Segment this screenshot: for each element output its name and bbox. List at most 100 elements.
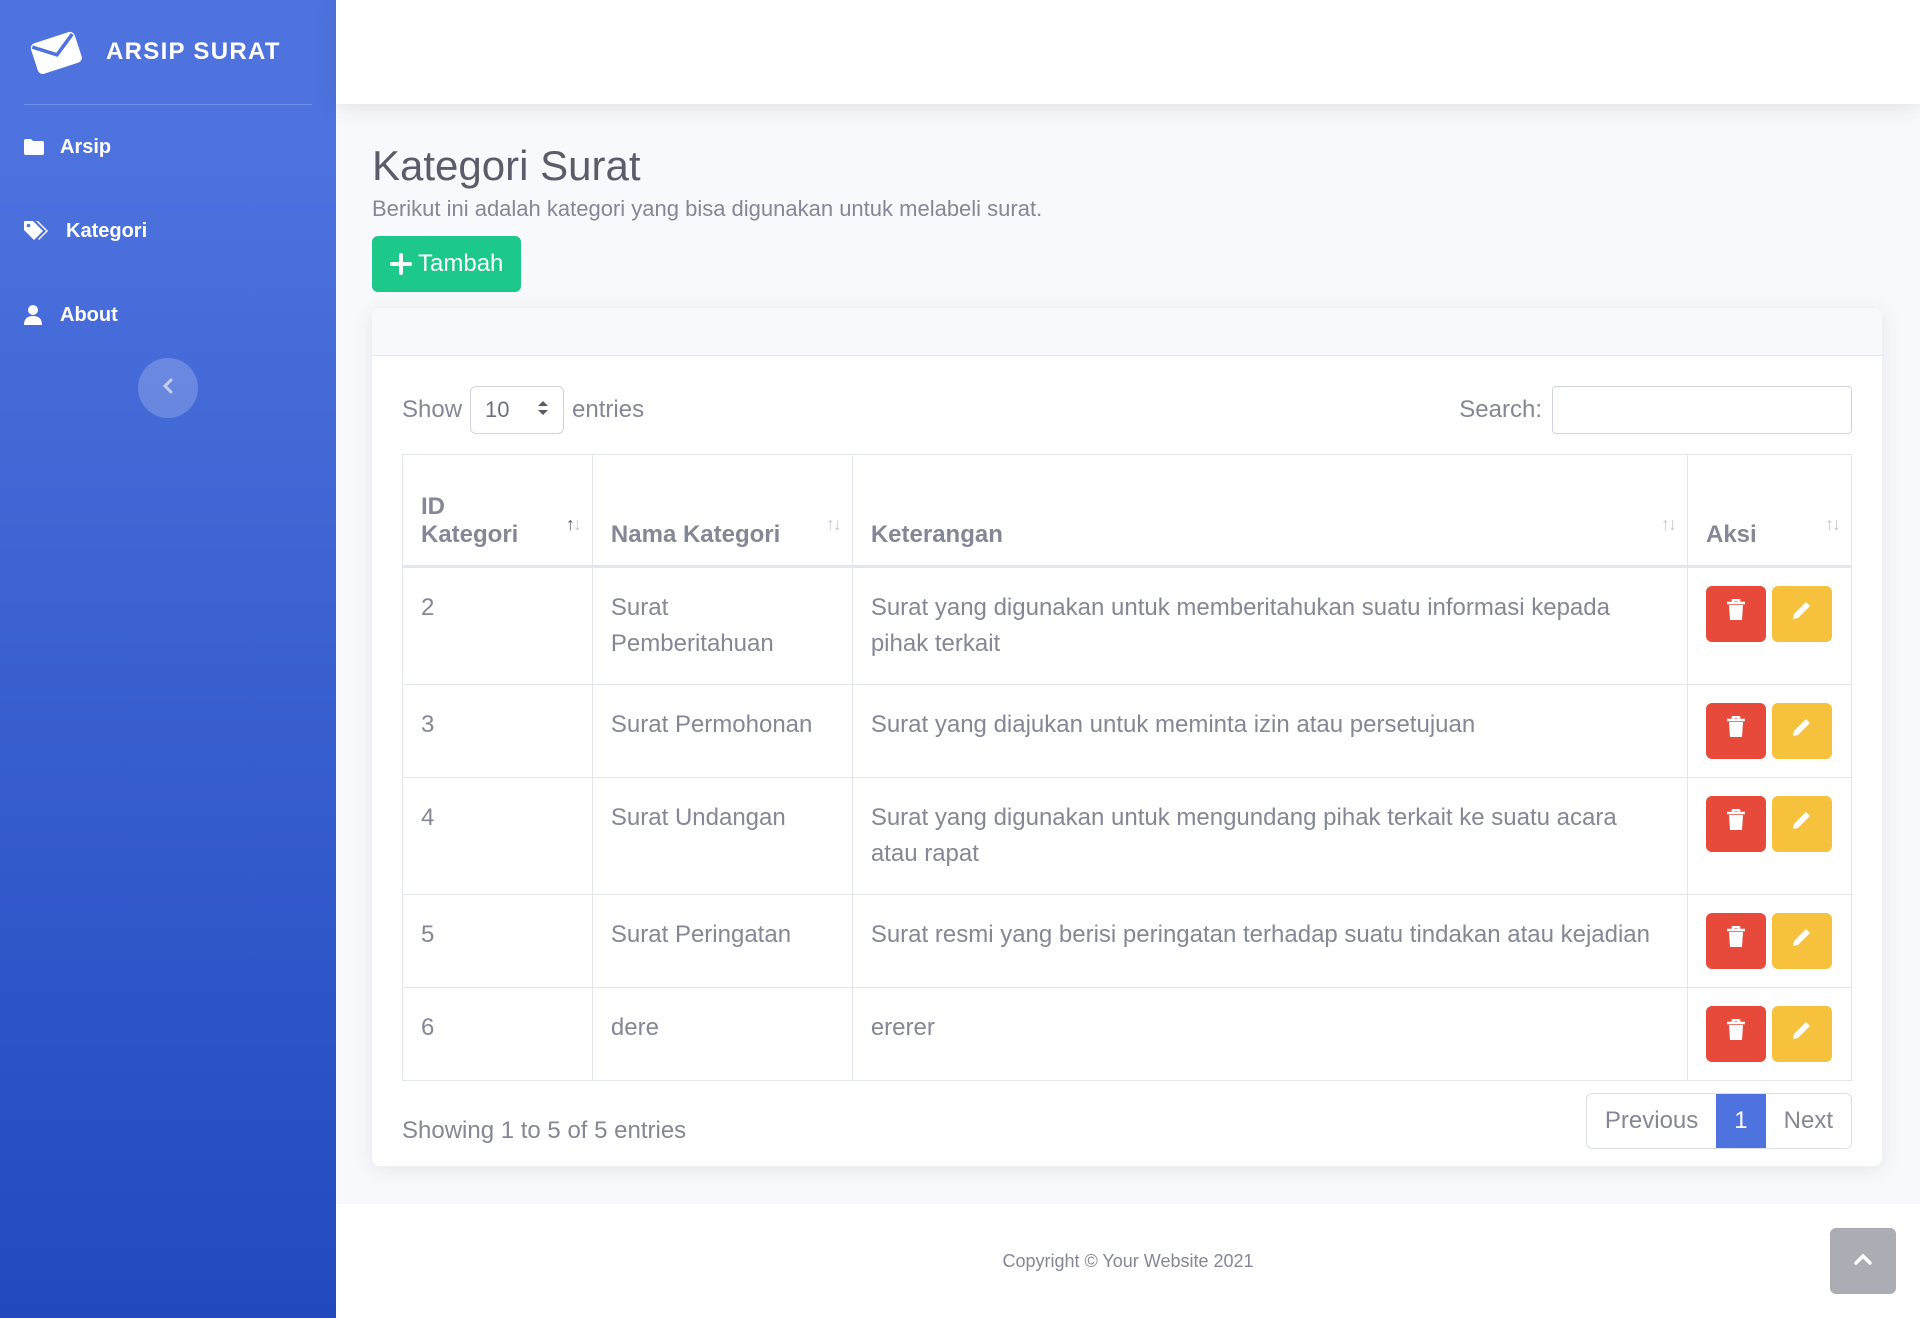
pencil-icon [1791, 806, 1813, 842]
trash-icon [1726, 713, 1746, 749]
user-icon [24, 305, 52, 325]
column-header-aksi[interactable]: Aksi ↑↓ [1686, 454, 1853, 568]
pencil-icon [1791, 1016, 1813, 1052]
table-row: 6 dere ererer [402, 987, 1853, 1081]
column-header-line: Keterangan [870, 521, 1003, 548]
search-label: Search: [1459, 396, 1542, 423]
cell-id: 3 [402, 684, 593, 778]
card-body: Show 10 entries Search: ID Kategori ↑↓ N… [372, 356, 1882, 1149]
chevron-up-icon [1854, 1252, 1872, 1270]
column-header-line: Aksi [1705, 521, 1757, 548]
sort-icon: ↑↓ [1660, 514, 1677, 534]
column-header-id[interactable]: ID Kategori ↑↓ [402, 454, 593, 568]
delete-button[interactable] [1705, 586, 1766, 642]
category-table: ID Kategori ↑↓ Nama Kategori ↑↓ Keterang… [402, 454, 1853, 1081]
sidebar-item-kategori[interactable]: Kategori [0, 189, 336, 273]
sidebar-item-label: About [60, 303, 118, 326]
table-row: 5 Surat Peringatan Surat resmi yang beri… [402, 894, 1853, 988]
previous-page-button[interactable]: Previous [1587, 1094, 1716, 1148]
edit-button[interactable] [1771, 796, 1832, 852]
trash-icon [1726, 596, 1746, 632]
cell-id: 2 [402, 566, 593, 685]
delete-button[interactable] [1705, 796, 1766, 852]
search-input[interactable] [1552, 386, 1852, 434]
cell-actions [1686, 894, 1853, 988]
cell-nama: Surat Permohonan [591, 684, 853, 778]
page-subtitle: Berikut ini adalah kategori yang bisa di… [372, 196, 1043, 221]
edit-button[interactable] [1771, 1006, 1832, 1062]
sort-icon: ↑↓ [1825, 514, 1841, 534]
sidebar-toggle-button[interactable] [138, 358, 198, 418]
column-header-keterangan[interactable]: Keterangan ↑↓ [851, 454, 1688, 568]
cell-keterangan: Surat yang digunakan untuk mengundang pi… [851, 777, 1688, 895]
edit-button[interactable] [1771, 703, 1832, 759]
scroll-to-top-button[interactable] [1830, 1228, 1896, 1294]
page-title: Kategori Surat [372, 142, 641, 189]
copyright-text: Copyright © Your Website 2021 [1002, 1250, 1254, 1271]
chevron-left-icon [162, 378, 174, 399]
cell-keterangan: Surat yang digunakan untuk memberitahuka… [851, 566, 1688, 685]
table-info: Showing 1 to 5 of 5 entries [402, 1117, 687, 1144]
sort-icon: ↑↓ [825, 514, 842, 534]
delete-button[interactable] [1705, 1006, 1766, 1062]
cell-nama: Surat Pemberitahuan [591, 566, 853, 685]
entries-select-value: 10 [485, 397, 510, 422]
page-header: Kategori Surat Berikut ini adalah katego… [372, 140, 1884, 292]
envelope-icon [28, 28, 84, 76]
cell-id: 6 [402, 987, 593, 1081]
cell-id: 5 [402, 894, 593, 988]
pencil-icon [1791, 923, 1813, 959]
edit-button[interactable] [1771, 913, 1832, 969]
show-label: Show [402, 396, 463, 423]
delete-button[interactable] [1705, 703, 1766, 759]
pencil-icon [1791, 713, 1813, 749]
cell-nama: Surat Peringatan [591, 894, 853, 988]
cell-id: 4 [402, 777, 593, 895]
delete-button[interactable] [1705, 913, 1766, 969]
card-header [372, 308, 1882, 356]
cell-actions [1686, 566, 1853, 685]
column-header-line: Kategori [421, 521, 519, 548]
search-control: Search: [1459, 386, 1852, 434]
sidebar: ARSIP SURAT Arsip Kategori About [0, 0, 336, 1318]
cell-keterangan: ererer [851, 987, 1688, 1081]
table-row: 3 Surat Permohonan Surat yang diajukan u… [402, 684, 1853, 778]
cell-actions [1686, 684, 1853, 778]
table-footer: Showing 1 to 5 of 5 entries Previous 1 N… [402, 1093, 1852, 1149]
table-controls: Show 10 entries Search: [402, 386, 1852, 434]
add-category-button[interactable]: Tambah [372, 236, 522, 292]
pagination: Previous 1 Next [1585, 1093, 1852, 1149]
folder-icon [24, 139, 52, 155]
next-page-button[interactable]: Next [1766, 1094, 1851, 1148]
page-1-button[interactable]: 1 [1716, 1094, 1766, 1148]
site-footer: Copyright © Your Website 2021 [336, 1204, 1920, 1318]
entries-select[interactable]: 10 [470, 386, 565, 434]
trash-icon [1726, 1016, 1746, 1052]
table-row: 2 Surat Pemberitahuan Surat yang digunak… [402, 566, 1853, 685]
entries-length-control: Show 10 entries [402, 386, 644, 434]
sidebar-item-label: Arsip [60, 135, 112, 158]
cell-keterangan: Surat yang diajukan untuk meminta izin a… [851, 684, 1688, 778]
sidebar-item-arsip[interactable]: Arsip [0, 105, 336, 189]
edit-button[interactable] [1771, 586, 1832, 642]
entries-label: entries [572, 396, 645, 423]
brand-title: ARSIP SURAT [106, 38, 281, 65]
tags-icon [24, 221, 58, 241]
trash-icon [1726, 923, 1746, 959]
table-header-row: ID Kategori ↑↓ Nama Kategori ↑↓ Keterang… [402, 454, 1853, 568]
sidebar-item-label: Kategori [66, 219, 148, 242]
add-button-label: Tambah [418, 250, 504, 277]
cell-nama: Surat Undangan [591, 777, 853, 895]
plus-icon [390, 253, 412, 275]
cell-nama: dere [591, 987, 853, 1081]
data-card: Show 10 entries Search: ID Kategori ↑↓ N… [372, 308, 1882, 1166]
select-arrows-icon [537, 397, 549, 423]
topbar [336, 0, 1920, 104]
pencil-icon [1791, 596, 1813, 632]
sidebar-item-about[interactable]: About [0, 273, 336, 357]
trash-icon [1726, 806, 1746, 842]
column-header-nama[interactable]: Nama Kategori ↑↓ [591, 454, 853, 568]
sort-asc-icon: ↑↓ [565, 514, 582, 534]
column-header-line: Nama Kategori [610, 521, 781, 548]
brand[interactable]: ARSIP SURAT [0, 0, 336, 104]
